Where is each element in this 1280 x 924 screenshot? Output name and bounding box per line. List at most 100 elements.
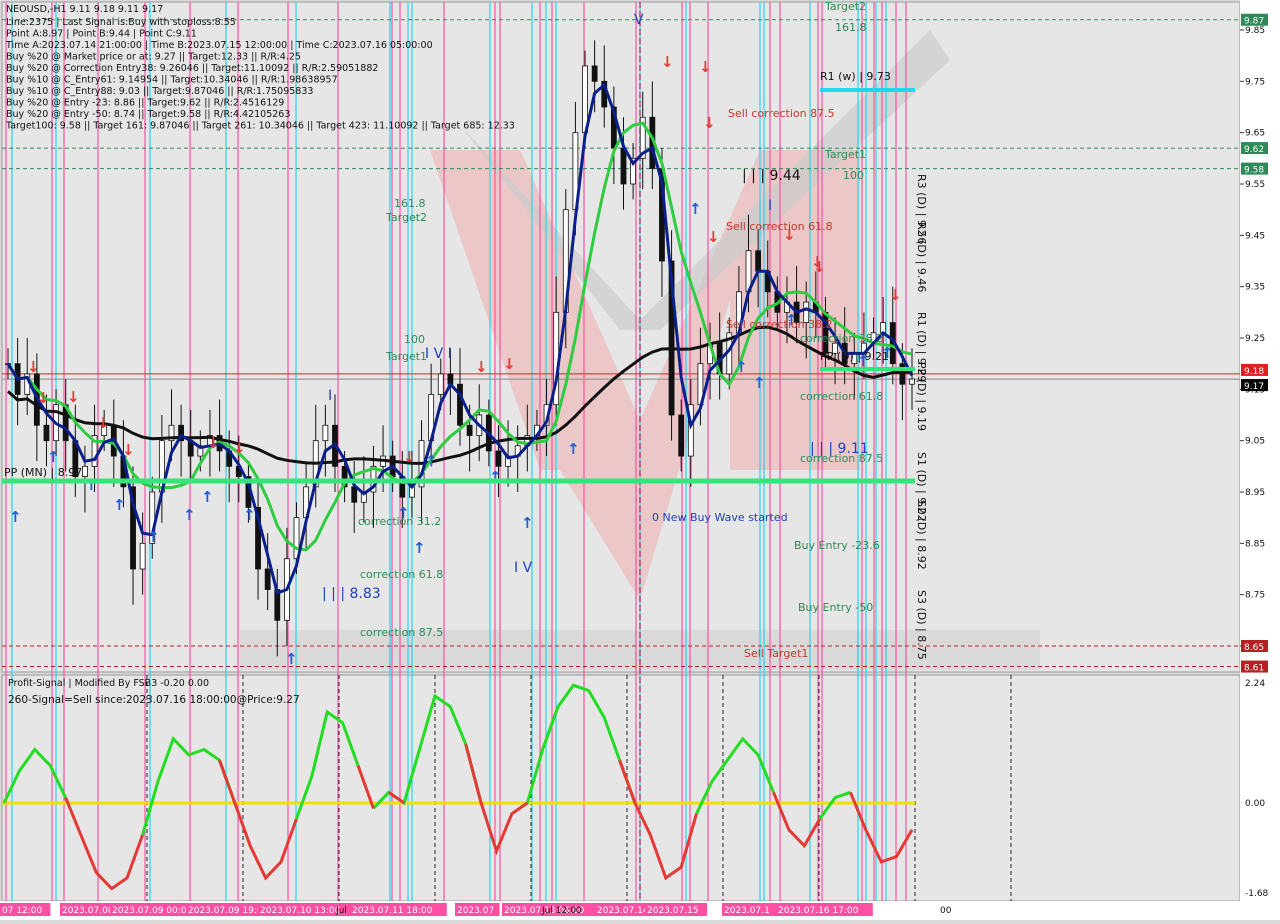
price-tick-label: 8.95 xyxy=(1245,488,1265,498)
time-label-tail: 00 xyxy=(940,906,952,916)
label-sell-target1: Sell Target1 xyxy=(744,647,808,660)
info-line: Buy %20 @ Entry -50: 8.74 || Target:9.58… xyxy=(6,109,290,120)
indicator-pane[interactable] xyxy=(1,674,1241,902)
sell-arrow-icon: ↓ xyxy=(233,439,246,457)
price-badge-label: 9.87 xyxy=(1244,17,1264,27)
indicator-title: Profit-Signal | Modified By FSB3 -0.20 0… xyxy=(8,678,209,689)
time-label: 2023.07.15 xyxy=(647,906,699,916)
sell-arrow-icon: ↓ xyxy=(699,58,712,76)
price-badge-label: 9.18 xyxy=(1244,367,1264,377)
pivot-r2: R2 (D) | 9.46 xyxy=(915,222,928,292)
label-buy-entry-50: Buy Entry -50 xyxy=(798,601,873,614)
label-wave-v: V xyxy=(634,12,644,28)
buy-arrow-icon: ↑ xyxy=(183,506,196,524)
sell-arrow-icon: ↓ xyxy=(27,358,40,376)
candle-body xyxy=(755,250,762,272)
sell-arrow-icon: ↓ xyxy=(122,441,135,459)
info-line: Buy %10 @ C_Entry88: 9.03 || Target:9.87… xyxy=(6,86,313,97)
price-badge-label: 9.17 xyxy=(1244,382,1264,392)
label-pp-daily: PP (D) | 9.21 xyxy=(820,350,889,363)
info-line: Buy %20 @ Market price or at: 9.27 || Ta… xyxy=(6,52,301,63)
sell-arrow-icon: ↓ xyxy=(503,355,516,373)
label-correction-61-left: correction 61.8 xyxy=(360,568,443,581)
label-wave-883: | | | 8.83 xyxy=(322,586,381,602)
sell-arrow-icon: ↓ xyxy=(661,53,674,71)
time-label: 2023.07.08 xyxy=(62,906,114,916)
time-label: Jul xyxy=(335,906,347,916)
sell-arrow-icon: ↓ xyxy=(889,286,902,304)
time-axis-labels: 07 12:00 2023.07.082023.07.09 00:002023.0… xyxy=(0,903,952,916)
label-correction-31: correction 31.2 xyxy=(358,515,441,528)
time-label: 2023.07.11 18:00 xyxy=(352,906,433,916)
symbol-header: NEOUSD,-H1 9.11 9.18 9.11 9.17 xyxy=(6,4,163,15)
label-correction-87-right: correction 87.5 xyxy=(800,452,883,465)
price-badge-label: 8.61 xyxy=(1244,664,1264,674)
buy-arrow-icon: ↑ xyxy=(113,496,126,514)
label-sell-correction-87: Sell correction 87.5 xyxy=(728,107,835,120)
pivot-pp: PP (D) | 9.19 xyxy=(915,362,928,431)
buy-arrow-icon: ↑ xyxy=(47,448,60,466)
label-correction-38: correction 38.2 xyxy=(800,332,883,345)
label-wave-i-left: I xyxy=(328,388,332,404)
candle-body xyxy=(139,542,146,570)
label-correction-61-right: correction 61.8 xyxy=(800,390,883,403)
indicator-tick-label: -1.68 xyxy=(1245,889,1269,899)
time-label: 2023.07.09 19:00 xyxy=(188,906,269,916)
label-wave-iv: I V xyxy=(514,560,533,576)
info-line: Line:2375 | Last Signal is:Buy with stop… xyxy=(6,17,236,28)
price-tick-label: 9.85 xyxy=(1245,26,1265,36)
label-target1-right: Target1 xyxy=(824,148,866,161)
candle-body xyxy=(466,424,473,436)
buy-arrow-icon: ↑ xyxy=(201,488,214,506)
price-tick-label: 9.65 xyxy=(1245,129,1265,139)
price-tick-label: 9.75 xyxy=(1245,77,1265,87)
info-line: Target100: 9.58 || Target 161: 9.87046 |… xyxy=(5,121,515,132)
sell-arrow-icon: ↓ xyxy=(707,228,720,246)
buy-arrow-icon: ↑ xyxy=(243,506,256,524)
label-sell-correction-38: Sell correction 38.2 xyxy=(726,318,833,331)
price-tick-label: 8.75 xyxy=(1245,591,1265,601)
candle-body xyxy=(457,383,463,426)
label-161-left: 161.8 xyxy=(394,197,426,210)
time-label: 2023.07.16 17:00 xyxy=(778,906,859,916)
price-tick-label: 9.05 xyxy=(1245,437,1265,447)
candle-body xyxy=(351,486,358,503)
chart-window: ↓ ↓ ↓ ↓ ↓ ↓ ↓ ↓ ↓ ↓ ↓ ↓ ↓ ↓ ↓ ↓ ↓ ↓ ↑ ↑ ↑ ↑ ↑ ↑ ↑ ↑ ↑ ↑ ↑ ↑ ↑ ↑ ↑ ↑ ↑ ↑ ↑ ↑ ↑ … xyxy=(0,0,1280,920)
buy-arrow-icon: ↑ xyxy=(285,650,298,668)
candle-body xyxy=(264,568,271,590)
candle-body xyxy=(909,378,915,385)
label-pp-monthly: PP (MN) | 8.97 xyxy=(4,466,82,479)
buy-arrow-icon: ↑ xyxy=(753,374,766,392)
candle-body xyxy=(678,414,685,457)
price-badge-label: 9.62 xyxy=(1244,145,1264,155)
candle-body xyxy=(437,373,444,395)
price-tick-label: 9.55 xyxy=(1245,180,1265,190)
label-wave-ivi: I V I xyxy=(425,346,452,362)
buy-arrow-icon: ↑ xyxy=(413,539,426,557)
sell-arrow-icon: ↓ xyxy=(67,388,80,406)
indicator-tick-label: 0.00 xyxy=(1245,799,1265,809)
label-target2-top: Target2 xyxy=(824,0,866,13)
buy-arrow-icon: ↑ xyxy=(689,200,702,218)
label-100-left: 100 xyxy=(404,333,425,346)
sell-arrow-icon: ↓ xyxy=(207,434,220,452)
label-correction-87-left: correction 87.5 xyxy=(360,626,443,639)
label-161-top: 161.8 xyxy=(835,21,867,34)
candle-body xyxy=(899,363,906,385)
candle-body xyxy=(495,450,502,467)
indicator-tick-label: 2.24 xyxy=(1245,679,1265,689)
label-target2-left: Target2 xyxy=(385,211,427,224)
sell-arrow-icon: ↓ xyxy=(475,358,488,376)
info-line: Buy %20 @ Correction Entry38: 9.26046 ||… xyxy=(6,63,378,74)
label-r1-weekly: R1 (w) | 9.73 xyxy=(820,70,891,83)
sell-arrow-icon: ↓ xyxy=(97,414,110,432)
time-label: 2023.07 xyxy=(457,906,494,916)
time-label: 2023.07.1 xyxy=(724,906,770,916)
candle-body xyxy=(591,65,598,82)
info-line: Buy %10 @ C_Entry61: 9.14954 || Target:1… xyxy=(6,75,338,86)
buy-arrow-icon: ↑ xyxy=(735,358,748,376)
label-buy-entry-23: Buy Entry -23.6 xyxy=(794,539,880,552)
price-tick-label: 9.35 xyxy=(1245,283,1265,293)
pivot-s2: S2 (D) | 8.92 xyxy=(915,500,928,570)
pivot-s3: S3 (D) | 8.75 xyxy=(915,590,928,660)
